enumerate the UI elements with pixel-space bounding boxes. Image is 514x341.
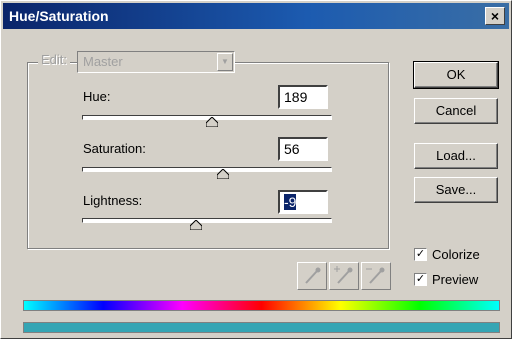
chevron-down-icon[interactable]: ▼ <box>217 53 233 71</box>
ok-button[interactable]: OK <box>413 61 499 89</box>
eyedropper-button[interactable] <box>297 262 327 290</box>
save-button[interactable]: Save... <box>414 177 498 203</box>
saturation-label: Saturation: <box>83 141 146 156</box>
edit-dropdown-value: Master <box>83 54 123 69</box>
spectrum-bar-input <box>23 300 500 311</box>
hue-slider-thumb[interactable] <box>206 117 218 127</box>
preview-checkbox[interactable]: ✓ <box>414 273 427 286</box>
eyedropper-minus-icon <box>366 267 385 284</box>
hue-label: Hue: <box>83 89 111 104</box>
colorize-label: Colorize <box>432 247 480 262</box>
lightness-slider-thumb[interactable] <box>190 220 202 230</box>
eyedropper-plus-icon <box>334 266 353 284</box>
saturation-input[interactable]: 56 <box>278 137 328 161</box>
saturation-slider-thumb[interactable] <box>217 169 229 179</box>
lightness-label: Lightness: <box>83 193 143 208</box>
eyedropper-minus-button[interactable] <box>361 262 391 290</box>
eyedropper-plus-button[interactable] <box>329 262 359 290</box>
saturation-slider-track[interactable] <box>82 167 332 172</box>
hue-input[interactable]: 189 <box>278 85 328 109</box>
edit-label: Edit: <box>38 52 71 67</box>
close-button[interactable]: × <box>485 7 505 25</box>
lightness-input[interactable]: -9 <box>278 190 328 214</box>
dialog-title: Hue/Saturation <box>9 8 109 24</box>
spectrum-bar-output <box>23 322 500 333</box>
colorize-checkbox[interactable]: ✓ <box>414 248 427 261</box>
edit-dropdown[interactable]: Master ▼ <box>77 51 235 73</box>
title-bar[interactable]: Hue/Saturation × <box>3 3 509 29</box>
preview-label: Preview <box>432 272 479 287</box>
eyedropper-icon <box>305 267 321 284</box>
cancel-button[interactable]: Cancel <box>414 98 498 124</box>
lightness-slider-track[interactable] <box>82 218 332 223</box>
load-button[interactable]: Load... <box>414 143 498 169</box>
